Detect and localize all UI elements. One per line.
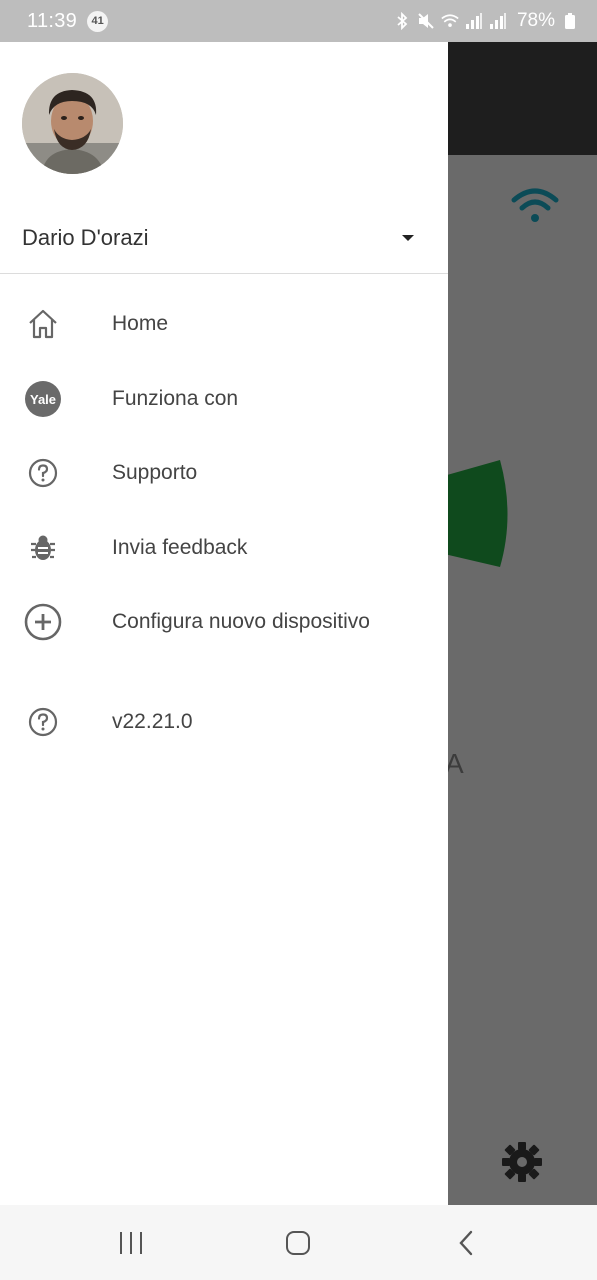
navigation-drawer: Dario D'orazi Home Yale Funziona con Sup… (0, 42, 448, 1205)
avatar[interactable] (22, 73, 123, 174)
yale-logo-icon: Yale (23, 379, 63, 419)
recent-apps-icon (120, 1232, 142, 1254)
menu-label: Invia feedback (112, 536, 248, 559)
divider (0, 273, 448, 274)
caret-down-icon[interactable] (402, 235, 414, 241)
help-circle-icon (23, 702, 63, 742)
mute-icon (417, 11, 435, 31)
menu-item-support[interactable]: Supporto (0, 442, 448, 504)
help-circle-icon (23, 453, 63, 493)
home-icon (23, 304, 63, 344)
app-version-label: v22.21.0 (112, 710, 193, 733)
status-time: 11:39 (27, 9, 78, 32)
menu-label: Configura nuovo dispositivo (112, 610, 370, 633)
menu-item-configure-device[interactable]: Configura nuovo dispositivo (0, 591, 448, 653)
back-icon (459, 1230, 473, 1256)
status-icons: 78% (393, 10, 579, 32)
menu-label: Home (112, 312, 169, 335)
bug-icon (23, 528, 63, 568)
menu-item-send-feedback[interactable]: Invia feedback (0, 517, 448, 579)
recent-apps-button[interactable] (111, 1227, 151, 1259)
status-bar: 11:39 41 78% (0, 0, 597, 42)
home-button-icon (286, 1231, 310, 1255)
user-photo (22, 73, 123, 174)
home-nav-button[interactable] (278, 1227, 318, 1259)
menu-item-works-with[interactable]: Yale Funziona con (0, 368, 448, 430)
menu-item-home[interactable]: Home (0, 293, 448, 355)
add-circle-icon (23, 602, 63, 642)
back-button[interactable] (446, 1227, 486, 1259)
wifi-status-icon (511, 188, 559, 222)
signal-icon (465, 11, 483, 31)
battery-icon (561, 11, 579, 31)
signal-icon (489, 11, 507, 31)
bluetooth-icon (393, 11, 411, 31)
menu-label: Supporto (112, 461, 198, 484)
wifi-icon (441, 11, 459, 31)
settings-gear-icon (502, 1142, 542, 1182)
menu-label: Funziona con (112, 387, 239, 410)
notification-count-badge: 41 (87, 10, 109, 32)
menu-item-version[interactable]: v22.21.0 (0, 691, 448, 753)
battery-percentage: 78% (516, 10, 555, 31)
svg-text:Yale: Yale (30, 392, 56, 407)
account-switcher[interactable]: Dario D'orazi (22, 220, 418, 256)
system-navigation-bar (0, 1205, 597, 1280)
user-name: Dario D'orazi (22, 225, 149, 250)
